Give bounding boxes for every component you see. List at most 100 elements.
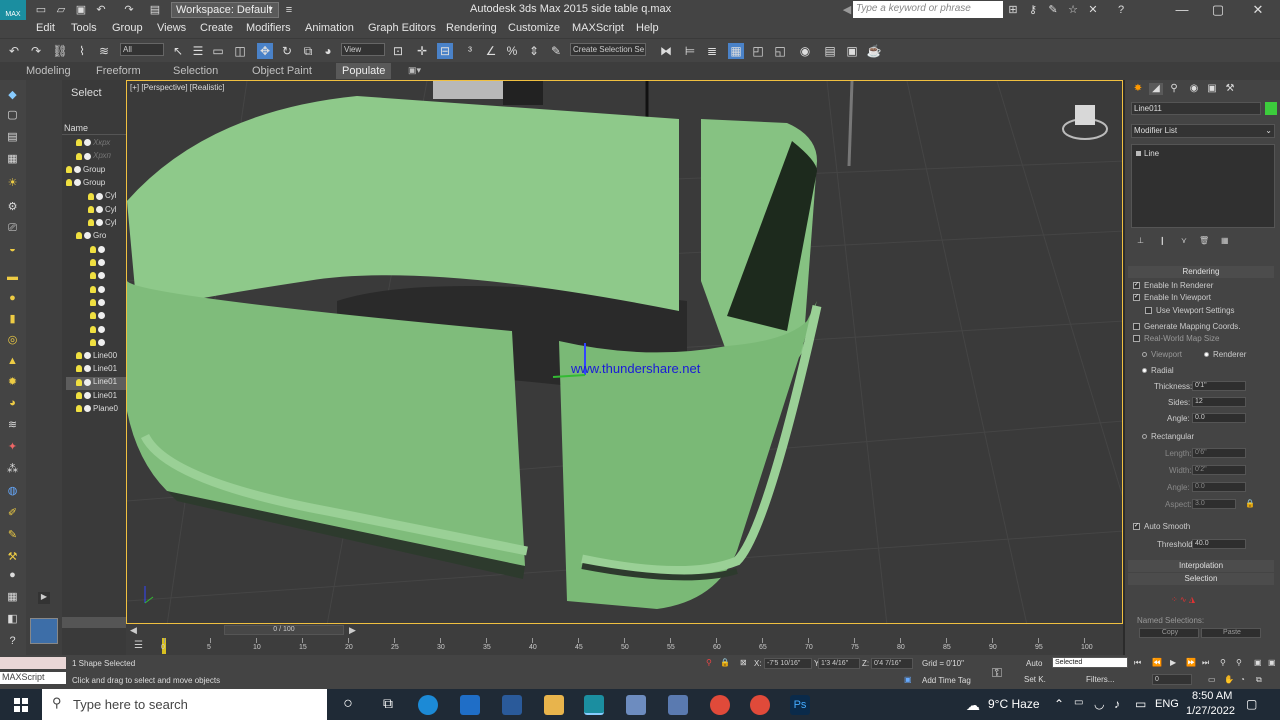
auto-key-button[interactable]: Auto [1026,659,1042,668]
orbit-icon[interactable]: ◔ [1240,675,1245,684]
lock-aspect-icon[interactable]: 🔒 [1245,499,1255,508]
auto-smooth-checkbox[interactable]: ✓ [1133,523,1140,530]
graphite-toggle-icon[interactable]: ◰ [750,43,766,59]
project-folder-icon[interactable]: ▤ [148,3,162,17]
window-crossing-icon[interactable]: ◫ [232,43,248,59]
visibility-bulb-icon[interactable] [90,312,96,320]
clock-time[interactable]: 8:50 AM [1192,690,1232,702]
visibility-bulb-icon[interactable] [88,219,94,227]
pencil-icon[interactable]: ✐ [5,506,20,520]
pan-icon[interactable]: ✋ [1224,675,1234,684]
config-icon[interactable]: ◧ [5,612,20,626]
pivot-center-icon[interactable]: ⊡ [390,43,406,59]
field-of-view-icon[interactable]: ▭ [1208,675,1216,684]
display-tab-icon[interactable]: ▣ [1205,83,1219,95]
visibility-bulb-icon[interactable] [90,272,96,280]
set-key-button[interactable]: Set K. [1024,675,1046,684]
open-icon[interactable]: ▱ [54,3,68,17]
menu-tools[interactable]: Tools [71,22,97,34]
scroll-left-icon[interactable]: ◀ [840,3,854,17]
menu-help[interactable]: Help [636,22,659,34]
maximize-button[interactable]: ▢ [1206,2,1230,18]
enable-in-viewport-checkbox[interactable]: ✓ [1133,294,1140,301]
create-tab-icon[interactable]: ✸ [1131,83,1145,95]
keyboard-shortcut-icon[interactable]: ⊟ [437,43,453,59]
renderer-radio[interactable] [1204,352,1209,357]
tree-row[interactable]: Line01 [66,364,126,377]
perspective-viewport[interactable]: [+] [Perspective] [Realistic] www.thunde… [126,80,1123,624]
remove-modifier-icon[interactable]: 🗑 [1199,236,1209,245]
shape-icon[interactable]: ◒ [5,242,20,256]
tree-row[interactable]: Хрхп [66,151,126,164]
visibility-bulb-icon[interactable] [88,192,94,200]
spinner-snap-icon[interactable]: ⇕ [526,43,542,59]
selection-rollout-header[interactable]: Selection [1128,573,1274,585]
bind-spacewarp-icon[interactable]: ≋ [96,43,112,59]
align-icon[interactable]: ⊨ [682,43,698,59]
layer-explorer-icon[interactable] [30,618,58,644]
redo-icon[interactable]: ↷ [122,3,136,17]
y-coordinate-field[interactable]: 1'3 4/16" [818,658,860,669]
cortana-icon[interactable]: ○ [338,695,358,715]
mail-icon[interactable] [460,695,480,715]
tree-row[interactable]: Cyl [66,205,126,218]
tab-selection[interactable]: Selection [173,65,218,77]
angle-spinner[interactable]: 0.0 [1192,413,1246,423]
real-world-map-checkbox[interactable] [1133,335,1140,342]
track-bar[interactable]: 0 5 10 15 20 25 30 35 40 45 50 55 60 65 70 75 80 85 90 95 10… [136,638,1116,654]
notifications-icon[interactable]: ▢ [1246,697,1257,711]
key-mode-icon[interactable]: ⚿ [992,665,1002,681]
rectangular-radio[interactable] [1142,434,1147,439]
chrome-2-icon[interactable] [750,695,770,715]
tree-row[interactable]: Gro [66,231,126,244]
render-teapot-icon[interactable]: ☕ [866,43,882,59]
customize-icon[interactable]: ≡ [282,3,296,17]
time-tag-icon[interactable]: ▣ [904,675,912,684]
tree-row[interactable] [66,258,126,271]
manipulate-icon[interactable]: ✛ [414,43,430,59]
visibility-bulb-icon[interactable] [90,298,96,306]
material-editor-icon[interactable]: ◉ [797,43,813,59]
next-frame-icon[interactable]: ⏩ [1186,658,1196,667]
subobject-vertex-icon[interactable]: ⁘ ∿ ◮ [1171,595,1195,604]
menu-customize[interactable]: Customize [508,22,560,34]
store-icon[interactable] [502,695,522,715]
tab-object-paint[interactable]: Object Paint [252,65,312,77]
visibility-bulb-icon[interactable] [66,165,72,173]
tree-row[interactable]: Cyl [66,191,126,204]
name-column-header[interactable]: Name [62,123,126,135]
x-coordinate-field[interactable]: -7'5 10/16" [764,658,812,669]
teapot-icon[interactable]: ◕ [5,396,20,410]
enable-in-renderer-checkbox[interactable]: ✓ [1133,282,1140,289]
visibility-bulb-icon[interactable] [76,392,82,400]
viewcube[interactable] [1075,105,1095,125]
menu-maxscript[interactable]: MAXScript [572,22,624,34]
menu-modifiers[interactable]: Modifiers [246,22,291,34]
close-button[interactable]: ✕ [1246,2,1270,18]
wifi-icon[interactable]: ◡ [1094,697,1104,711]
render-setup-icon[interactable]: ▤ [822,43,838,59]
utilities-tab-icon[interactable]: ⚒ [1223,83,1237,95]
windows-start-icon[interactable] [14,698,28,712]
edit-named-selection-icon[interactable]: ✎ [548,43,564,59]
select-icon[interactable]: ▢ [5,108,20,122]
tree-row[interactable]: Cyl [66,218,126,231]
network-icon[interactable]: ▭ [1074,697,1083,708]
hierarchy-icon[interactable]: ⚒ [5,550,20,564]
maxscript-label[interactable]: MAXScript [0,672,66,684]
menu-rendering[interactable]: Rendering [446,22,497,34]
tree-row[interactable] [66,311,126,324]
photos-icon[interactable] [626,695,646,715]
systems-icon[interactable]: ✦ [5,440,20,454]
file-explorer-icon[interactable] [544,695,564,715]
mirror-icon[interactable]: ⧓ [658,43,674,59]
visibility-bulb-icon[interactable] [90,325,96,333]
key-icon[interactable]: ⚷ [1026,3,1040,17]
select-object-icon[interactable]: ↖ [170,43,186,59]
undo-icon[interactable]: ↶ [6,43,22,59]
redo-icon[interactable]: ↷ [28,43,44,59]
table-icon[interactable]: ▦ [5,152,20,166]
filters-button[interactable]: Filters... [1086,675,1114,684]
weather-icon[interactable]: ☁ [966,697,980,714]
angle-snap-icon[interactable]: ∠ [483,43,499,59]
